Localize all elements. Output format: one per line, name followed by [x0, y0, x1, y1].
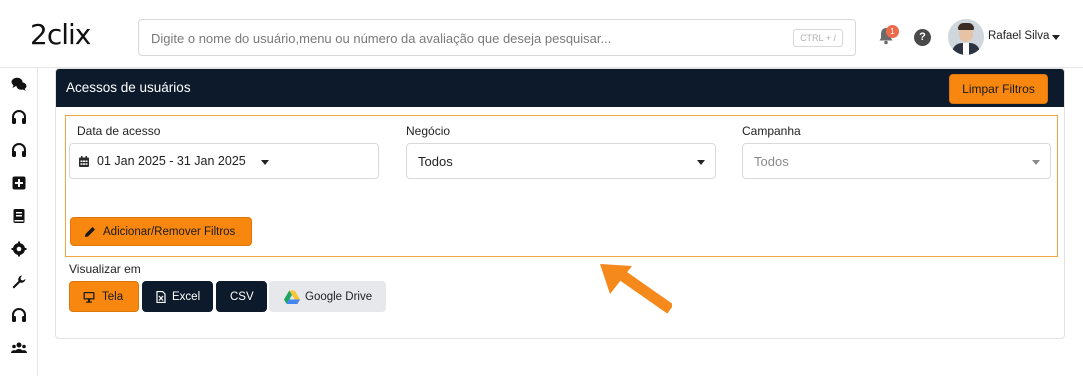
- app-logo[interactable]: 2clix: [30, 18, 91, 51]
- user-name[interactable]: Rafael Silva: [988, 30, 1049, 42]
- wrench-icon[interactable]: [10, 273, 28, 291]
- view-screen-button[interactable]: Tela: [69, 281, 139, 312]
- help-icon[interactable]: ?: [914, 29, 931, 46]
- cog-icon[interactable]: [10, 240, 28, 258]
- global-search[interactable]: CTRL + /: [138, 19, 856, 56]
- chevron-down-icon: [697, 160, 705, 165]
- excel-file-icon: [156, 291, 166, 303]
- arrow-annotation-icon: [600, 264, 672, 314]
- plus-square-icon[interactable]: [10, 174, 28, 192]
- calendar-icon: [79, 156, 89, 167]
- clear-filters-button[interactable]: Limpar Filtros: [949, 74, 1048, 104]
- export-csv-label: CSV: [230, 291, 254, 303]
- users-icon[interactable]: [10, 339, 28, 357]
- business-filter-label: Negócio: [406, 124, 451, 138]
- view-in-label: Visualizar em: [69, 262, 141, 276]
- search-input[interactable]: [151, 28, 791, 48]
- add-remove-filters-button[interactable]: Adicionar/Remover Filtros: [70, 217, 252, 246]
- pencil-icon: [85, 227, 95, 237]
- google-drive-icon: [284, 290, 300, 304]
- date-range-value: 01 Jan 2025 - 31 Jan 2025: [97, 154, 246, 168]
- business-select-value: Todos: [418, 154, 453, 169]
- chevron-down-icon: [1032, 160, 1040, 165]
- date-range-picker[interactable]: 01 Jan 2025 - 31 Jan 2025: [69, 143, 379, 179]
- date-filter-label: Data de acesso: [77, 124, 161, 138]
- business-select[interactable]: Todos: [406, 143, 716, 179]
- export-google-drive-label: Google Drive: [305, 291, 373, 303]
- sidebar: [0, 68, 38, 376]
- chevron-down-icon: [261, 160, 269, 165]
- avatar[interactable]: [948, 19, 984, 55]
- headset-icon[interactable]: [10, 306, 28, 324]
- panel-header: Acessos de usuários Limpar Filtros: [56, 69, 1064, 107]
- search-shortcut-hint: CTRL + /: [793, 29, 843, 47]
- export-csv-button[interactable]: CSV: [216, 281, 267, 312]
- monitor-icon: [83, 292, 95, 303]
- campaign-filter-label: Campanha: [742, 124, 801, 138]
- filters-box: Data de acesso 01 Jan 2025 - 31 Jan 2025…: [65, 115, 1058, 257]
- headset-icon[interactable]: [10, 108, 28, 126]
- add-remove-filters-label: Adicionar/Remover Filtros: [103, 226, 236, 238]
- view-screen-label: Tela: [102, 291, 124, 303]
- book-icon[interactable]: [10, 207, 28, 225]
- export-excel-label: Excel: [172, 291, 201, 303]
- chevron-down-icon[interactable]: [1052, 35, 1060, 40]
- panel-title: Acessos de usuários: [66, 80, 191, 95]
- notification-badge: 1: [886, 25, 899, 38]
- user-access-panel: Acessos de usuários Limpar Filtros Data …: [55, 68, 1065, 339]
- logo-text: 2clix: [30, 18, 91, 51]
- headset-icon[interactable]: [10, 141, 28, 159]
- campaign-select[interactable]: Todos: [742, 143, 1051, 179]
- export-google-drive-button[interactable]: Google Drive: [269, 281, 386, 312]
- export-excel-button[interactable]: Excel: [142, 281, 213, 312]
- comments-icon[interactable]: [10, 75, 28, 93]
- top-bar: 2clix CTRL + / 1 ? Rafael Silva: [0, 0, 1083, 68]
- campaign-select-value: Todos: [754, 154, 789, 169]
